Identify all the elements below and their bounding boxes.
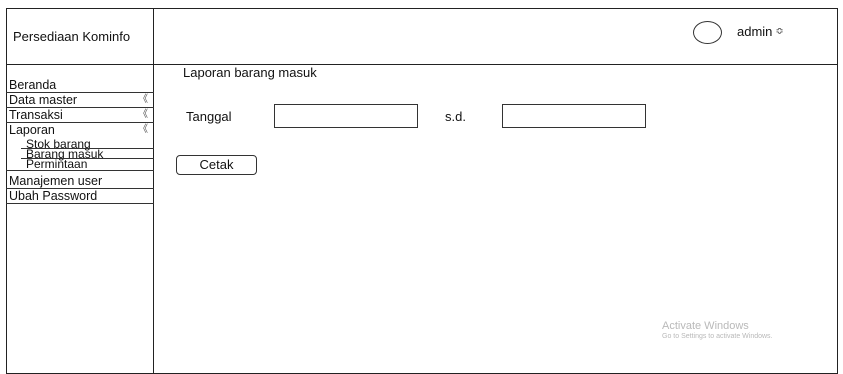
sidebar-item-label: Ubah Password	[9, 189, 98, 203]
sidebar-item-label: Beranda	[9, 78, 57, 92]
date-to-input[interactable]	[502, 104, 646, 128]
user-avatar-icon[interactable]	[693, 21, 722, 44]
divider	[6, 170, 154, 171]
chevron-down-icon: ≎	[775, 26, 784, 37]
user-menu[interactable]: admin ≎	[737, 24, 784, 39]
username-label: admin	[737, 24, 773, 39]
top-bar	[154, 8, 838, 65]
date-from-input[interactable]	[274, 104, 418, 128]
collapse-arrow-icon: 《	[138, 124, 148, 135]
sidebar-item-manajemen-user[interactable]: Manajemen user	[6, 174, 154, 189]
until-label: s.d.	[445, 109, 466, 124]
watermark-title: Activate Windows	[662, 320, 749, 332]
sidebar-subitem-label: Permintaan	[26, 157, 88, 171]
collapse-arrow-icon: 《	[138, 109, 148, 120]
page-title: Laporan barang masuk	[183, 65, 317, 80]
date-label: Tanggal	[186, 109, 232, 124]
sidebar-item-transaksi[interactable]: Transaksi 《	[6, 108, 154, 123]
sidebar-item-label: Manajemen user	[9, 174, 103, 188]
sidebar-item-label: Transaksi	[9, 108, 63, 122]
sidebar-item-ubah-password[interactable]: Ubah Password	[6, 189, 154, 204]
activate-windows-watermark: Activate Windows Go to Settings to activ…	[662, 320, 773, 340]
print-button[interactable]: Cetak	[176, 155, 257, 175]
sidebar: Beranda Data master 《 Transaksi 《 Lapora…	[6, 65, 154, 374]
watermark-subtitle: Go to Settings to activate Windows.	[662, 333, 773, 340]
brand-box: Persediaan Kominfo	[6, 8, 154, 65]
app-title: Persediaan Kominfo	[13, 29, 131, 44]
collapse-arrow-icon: 《	[138, 94, 148, 105]
sidebar-subitem-permintaan[interactable]: Permintaan	[6, 157, 154, 171]
sidebar-item-label: Laporan	[9, 123, 55, 137]
sidebar-item-laporan[interactable]: Laporan 《	[6, 123, 154, 138]
sidebar-item-beranda[interactable]: Beranda	[6, 78, 154, 93]
sidebar-item-data-master[interactable]: Data master 《	[6, 93, 154, 108]
sidebar-item-label: Data master	[9, 93, 78, 107]
